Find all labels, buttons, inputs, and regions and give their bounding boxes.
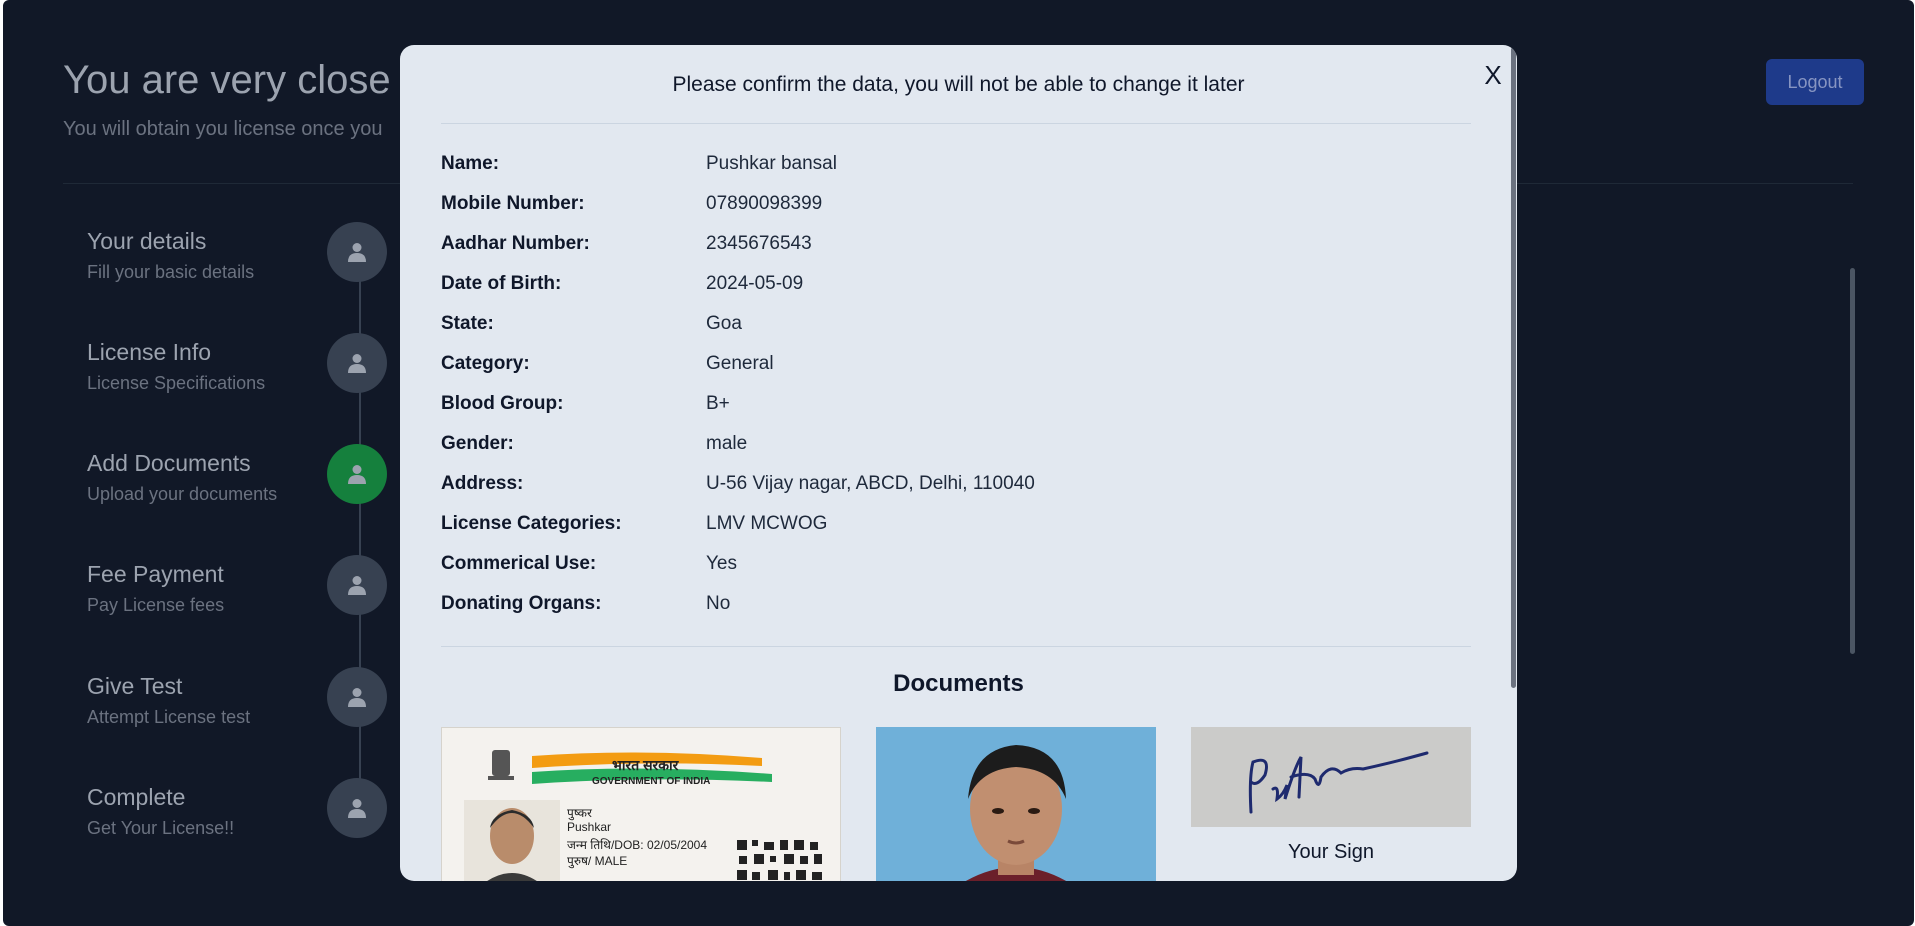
step-subtitle: License Specifications bbox=[87, 373, 266, 393]
step-title: License Info bbox=[87, 339, 212, 365]
logout-button[interactable]: Logout bbox=[1766, 59, 1864, 105]
step-indicator bbox=[327, 555, 387, 615]
detail-label: Name: bbox=[441, 153, 500, 174]
step-indicator bbox=[327, 222, 387, 282]
detail-row: Gender: male bbox=[441, 433, 1471, 473]
aadhar-gender: पुरुष/ MALE bbox=[567, 854, 628, 868]
step-subtitle: Pay License fees bbox=[87, 595, 225, 615]
step-subtitle: Get Your License!! bbox=[87, 818, 235, 838]
user-icon bbox=[348, 799, 366, 818]
person-photo-graphic bbox=[876, 727, 1156, 881]
detail-value: 07890098399 bbox=[706, 193, 823, 214]
aadhar-name: Pushkar bbox=[567, 820, 612, 834]
step-title: Your details bbox=[87, 228, 207, 254]
detail-value: General bbox=[706, 353, 774, 374]
sign-caption: Your Sign bbox=[1288, 841, 1374, 863]
aadhar-header-hindi: भारत सरकार bbox=[612, 757, 679, 773]
detail-label: Address: bbox=[441, 473, 524, 494]
close-button[interactable]: X bbox=[1476, 58, 1510, 92]
modal-scrollbar[interactable] bbox=[1511, 47, 1516, 688]
step-subtitle: Upload your documents bbox=[87, 484, 278, 504]
detail-value: male bbox=[706, 433, 748, 454]
detail-row: Date of Birth: 2024-05-09 bbox=[441, 273, 1471, 313]
user-icon bbox=[348, 354, 366, 373]
detail-value: LMV MCWOG bbox=[706, 513, 828, 534]
detail-value: Pushkar bansal bbox=[706, 153, 837, 174]
step-title: Give Test bbox=[87, 673, 183, 699]
step-subtitle: Fill your basic details bbox=[87, 262, 255, 282]
detail-label: Gender: bbox=[441, 433, 514, 454]
modal-heading: Please confirm the data, you will not be… bbox=[672, 73, 1245, 96]
detail-row: Name: Pushkar bansal bbox=[441, 153, 1471, 193]
aadhar-name-hindi: पुष्कर bbox=[567, 806, 592, 820]
aadhar-header-english: GOVERNMENT OF INDIA bbox=[592, 776, 711, 787]
signature-graphic bbox=[1191, 727, 1471, 827]
detail-row: Donating Organs: No bbox=[441, 593, 1471, 633]
user-icon bbox=[348, 243, 366, 262]
user-icon bbox=[348, 576, 366, 595]
step-title: Add Documents bbox=[87, 450, 251, 476]
user-icon bbox=[348, 688, 366, 707]
page-title: You are very close bbox=[63, 58, 391, 102]
detail-row: Aadhar Number: 2345676543 bbox=[441, 233, 1471, 273]
detail-row: License Categories: LMV MCWOG bbox=[441, 513, 1471, 553]
aadhar-card-image: भारत सरकार GOVERNMENT OF INDIA पुष्कर Pu… bbox=[441, 727, 841, 881]
details-list: Name: Pushkar bansal Mobile Number: 0789009… bbox=[441, 153, 1471, 633]
page-subtitle: You will obtain you license once you bbox=[63, 118, 383, 140]
detail-value: 2024-05-09 bbox=[706, 273, 804, 294]
detail-value: 2345676543 bbox=[706, 233, 812, 254]
detail-row: Mobile Number: 07890098399 bbox=[441, 193, 1471, 233]
detail-label: Donating Organs: bbox=[441, 593, 602, 614]
confirm-modal: Please confirm the data, you will not be… bbox=[400, 45, 1517, 881]
detail-label: Blood Group: bbox=[441, 393, 564, 414]
detail-value: U-56 Vijay nagar, ABCD, Delhi, 110040 bbox=[706, 473, 1035, 494]
page-scrollbar[interactable] bbox=[1850, 268, 1855, 654]
step-indicator bbox=[327, 333, 387, 393]
step-title: Fee Payment bbox=[87, 561, 224, 587]
modal-divider bbox=[441, 123, 1471, 124]
detail-label: License Categories: bbox=[441, 513, 622, 534]
detail-value: No bbox=[706, 593, 731, 614]
detail-row: Category: General bbox=[441, 353, 1471, 393]
step-subtitle: Attempt License test bbox=[87, 707, 251, 727]
step-title: Complete bbox=[87, 784, 186, 810]
photo-image bbox=[876, 727, 1156, 881]
aadhar-card-graphic bbox=[442, 728, 840, 881]
step-indicator bbox=[327, 778, 387, 838]
detail-label: Aadhar Number: bbox=[441, 233, 590, 254]
user-icon bbox=[348, 465, 366, 484]
detail-value: Goa bbox=[706, 313, 742, 334]
detail-row: Blood Group: B+ bbox=[441, 393, 1471, 433]
detail-row: Address: U-56 Vijay nagar, ABCD, Delhi, 1… bbox=[441, 473, 1471, 513]
detail-value: B+ bbox=[706, 393, 730, 414]
detail-label: Date of Birth: bbox=[441, 273, 562, 294]
detail-label: State: bbox=[441, 313, 494, 334]
detail-label: Mobile Number: bbox=[441, 193, 585, 214]
signature-image bbox=[1191, 727, 1471, 827]
detail-row: State: Goa bbox=[441, 313, 1471, 353]
documents-title: Documents bbox=[893, 670, 1024, 697]
aadhar-dob: जन्म तिथि/DOB: 02/05/2004 bbox=[567, 838, 708, 852]
detail-label: Commerical Use: bbox=[441, 553, 597, 574]
step-indicator bbox=[327, 667, 387, 727]
step-indicator bbox=[327, 444, 387, 504]
detail-label: Category: bbox=[441, 353, 530, 374]
detail-value: Yes bbox=[706, 553, 737, 574]
detail-row: Commerical Use: Yes bbox=[441, 553, 1471, 593]
modal-divider bbox=[441, 646, 1471, 647]
